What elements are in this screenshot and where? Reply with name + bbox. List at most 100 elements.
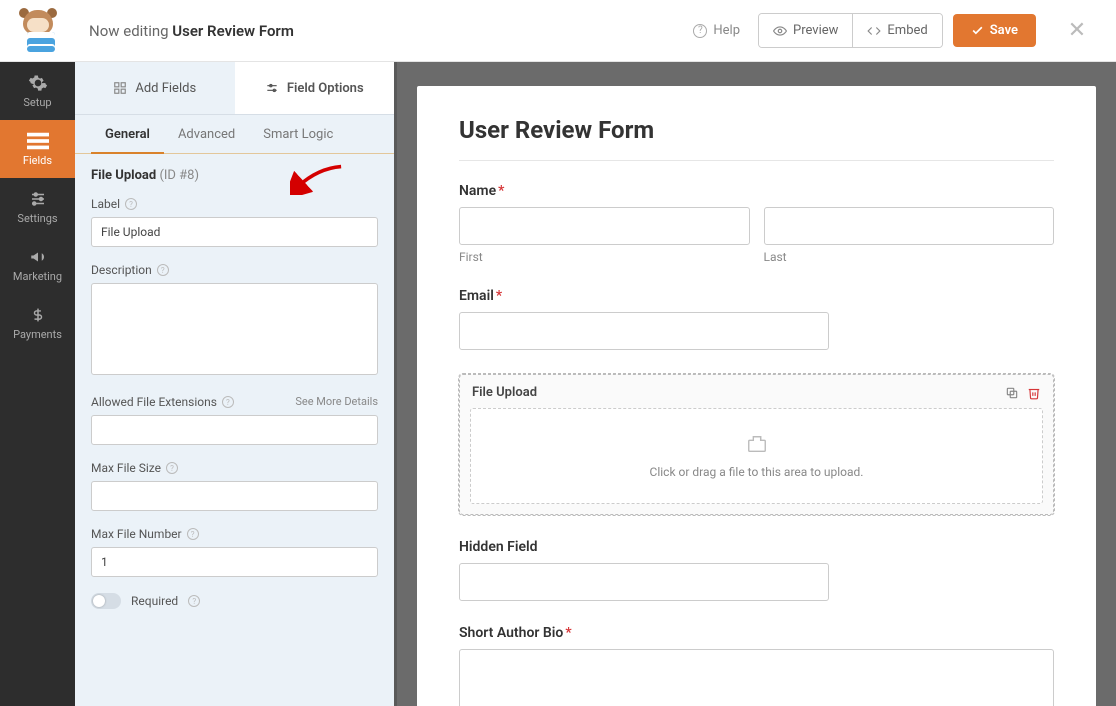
code-icon: [867, 24, 881, 38]
bullhorn-icon: [27, 248, 49, 266]
required-asterisk: *: [496, 288, 502, 304]
hint-icon[interactable]: ?: [222, 396, 234, 408]
nav-fields-label: Fields: [23, 154, 52, 167]
label-input[interactable]: [91, 217, 378, 247]
check-icon: [971, 24, 984, 37]
allowed-ext-input[interactable]: [91, 415, 378, 445]
trash-icon[interactable]: [1027, 386, 1041, 400]
sliders-icon: [27, 190, 49, 208]
eye-icon: [773, 24, 787, 38]
left-nav: Setup Fields Settings Marketing Payments: [0, 62, 75, 706]
hidden-input[interactable]: [459, 563, 829, 601]
form-card: User Review Form Name* First Last: [417, 86, 1096, 706]
bio-label: Short Author Bio*: [459, 625, 1054, 641]
field-id: (ID #8): [159, 168, 199, 183]
nav-settings[interactable]: Settings: [0, 178, 75, 236]
nav-setup[interactable]: Setup: [0, 62, 75, 120]
hint-icon[interactable]: ?: [125, 198, 137, 210]
nav-marketing-label: Marketing: [13, 270, 62, 283]
field-email-block[interactable]: Email*: [459, 288, 1054, 350]
subtabs: General Advanced Smart Logic: [75, 115, 394, 154]
see-more-link[interactable]: See More Details: [295, 395, 378, 408]
tab-add-fields-label: Add Fields: [135, 81, 196, 96]
nav-setup-label: Setup: [23, 96, 51, 109]
fields-icon: [27, 132, 49, 150]
subtab-general[interactable]: General: [91, 115, 164, 154]
preview-embed-group: Preview Embed: [758, 13, 943, 48]
option-description-label: Description?: [91, 263, 378, 277]
side-panel: Add Fields Field Options General Advance…: [75, 62, 397, 706]
option-allowed-ext: Allowed File Extensions? See More Detail…: [91, 395, 378, 445]
hint-icon[interactable]: ?: [157, 264, 169, 276]
option-label: Label?: [91, 197, 378, 247]
form-name: User Review Form: [172, 22, 294, 40]
email-input[interactable]: [459, 312, 829, 350]
help-link[interactable]: ? Help: [693, 23, 740, 38]
upload-icon: [744, 433, 770, 455]
subtab-advanced[interactable]: Advanced: [164, 115, 249, 153]
bio-input[interactable]: [459, 649, 1054, 706]
settings-icon: [265, 81, 279, 95]
field-hidden-block[interactable]: Hidden Field: [459, 539, 1054, 601]
grid-icon: [113, 81, 127, 95]
help-icon: ?: [693, 24, 707, 38]
required-toggle[interactable]: [91, 593, 121, 609]
top-bar: Now editing User Review Form ? Help Prev…: [0, 0, 1116, 62]
save-label: Save: [990, 23, 1018, 38]
form-title: User Review Form: [459, 116, 1054, 161]
duplicate-icon[interactable]: [1005, 386, 1019, 400]
last-name-input[interactable]: [764, 207, 1055, 245]
description-input[interactable]: [91, 283, 378, 375]
hint-icon[interactable]: ?: [166, 462, 178, 474]
upload-dropzone[interactable]: Click or drag a file to this area to upl…: [470, 408, 1043, 504]
hint-icon[interactable]: ?: [187, 528, 199, 540]
field-name: File Upload: [91, 168, 156, 183]
tab-field-options[interactable]: Field Options: [235, 62, 395, 114]
nav-payments[interactable]: Payments: [0, 294, 75, 352]
nav-marketing[interactable]: Marketing: [0, 236, 75, 294]
option-max-size: Max File Size?: [91, 461, 378, 511]
tab-field-options-label: Field Options: [287, 81, 364, 96]
option-max-number-label: Max File Number?: [91, 527, 378, 541]
save-button[interactable]: Save: [953, 14, 1036, 47]
option-description: Description?: [91, 263, 378, 379]
nav-payments-label: Payments: [13, 328, 62, 341]
max-size-input[interactable]: [91, 481, 378, 511]
close-icon: ✕: [1068, 18, 1086, 43]
hint-icon[interactable]: ?: [188, 595, 200, 607]
last-sublabel: Last: [764, 250, 1055, 264]
gear-icon: [27, 74, 49, 92]
panel-body: File Upload (ID #8) Label? Description? …: [75, 154, 394, 706]
preview-button[interactable]: Preview: [759, 14, 853, 47]
help-label: Help: [713, 23, 740, 38]
form-canvas: User Review Form Name* First Last: [397, 62, 1116, 706]
option-max-size-label: Max File Size?: [91, 461, 378, 475]
field-bio-block[interactable]: Short Author Bio*: [459, 625, 1054, 706]
required-asterisk: *: [498, 183, 504, 199]
tab-add-fields[interactable]: Add Fields: [75, 62, 235, 114]
field-upload-block[interactable]: File Upload Click or drag a file to this…: [459, 374, 1054, 515]
name-label: Name*: [459, 183, 1054, 199]
upload-label: File Upload: [472, 385, 537, 400]
embed-label: Embed: [887, 23, 927, 38]
option-required: Required ?: [91, 593, 378, 609]
option-max-number: Max File Number?: [91, 527, 378, 577]
editing-prefix: Now editing: [89, 22, 172, 40]
subtab-smart-logic[interactable]: Smart Logic: [249, 115, 347, 153]
upload-hint: Click or drag a file to this area to upl…: [495, 465, 1018, 479]
hidden-label: Hidden Field: [459, 539, 1054, 555]
nav-settings-label: Settings: [17, 212, 57, 225]
dollar-icon: [27, 306, 49, 324]
first-name-input[interactable]: [459, 207, 750, 245]
field-name-block[interactable]: Name* First Last: [459, 183, 1054, 264]
required-label: Required: [131, 594, 178, 608]
required-asterisk: *: [565, 625, 571, 641]
first-sublabel: First: [459, 250, 750, 264]
field-header: File Upload (ID #8): [91, 168, 378, 183]
preview-label: Preview: [793, 23, 838, 38]
max-number-input[interactable]: [91, 547, 378, 577]
close-button[interactable]: ✕: [1056, 18, 1098, 43]
embed-button[interactable]: Embed: [853, 14, 941, 47]
nav-fields[interactable]: Fields: [0, 120, 75, 178]
panel-tabs: Add Fields Field Options: [75, 62, 394, 115]
